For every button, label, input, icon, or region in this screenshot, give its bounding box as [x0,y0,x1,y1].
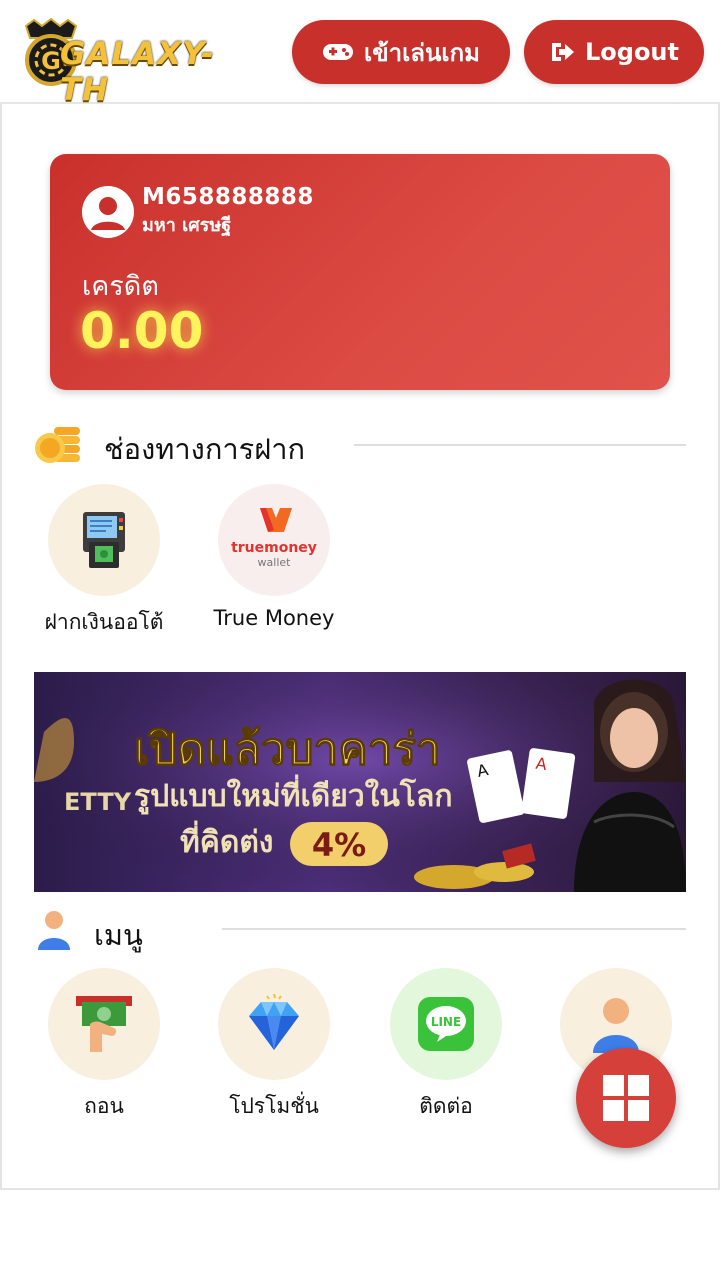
wallet-logo-text: wallet [258,556,292,569]
banner-brand: ETTY [64,788,132,816]
avatar [82,186,134,238]
banner-subline: รูปแบบใหม่ที่เดียวในโลก [134,774,453,815]
banner-artwork: ETTY A A เปิดแล้วบาคาร่า รูปแบบใหม่ที่เด… [34,672,686,892]
logout-button[interactable]: Logout [524,20,704,84]
enter-game-button[interactable]: เข้าเล่นเกม [292,20,510,84]
promo-banner[interactable]: ETTY A A เปิดแล้วบาคาร่า รูปแบบใหม่ที่เด… [34,672,686,892]
contact-label: ติดต่อ [419,1094,473,1118]
sign-out-icon [551,43,574,61]
truemoney-label: True Money [213,606,335,630]
banner-rebate-value: 4% [312,826,366,864]
diamond-icon [249,994,299,1050]
grid-icon [603,1075,649,1121]
truemoney-button[interactable]: truemoney wallet [218,484,330,596]
banner-headline: เปิดแล้วบาคาร่า [134,724,441,775]
promotion-button[interactable] [218,968,330,1080]
svg-text:G: G [41,47,61,75]
credit-label: เครดิต [82,271,159,302]
deposit-divider [354,444,686,446]
menu-user-icon [38,911,70,950]
account-name: มหา เศรษฐี [142,215,232,236]
gamepad-icon [323,44,354,60]
menu-title-text: เมนู [94,918,143,952]
truemoney-wallet-icon: truemoney wallet [231,508,317,569]
menu-divider [222,928,686,930]
banner-rebate-prefix: ที่คิดต่ง [180,820,273,860]
line-icon: LINE [418,997,474,1051]
deposit-title-text: ช่องทางการฝาก [104,432,306,466]
menu-section-title: เมนู [94,912,143,958]
withdraw-button[interactable] [48,968,160,1080]
deposit-section-title: ช่องทางการฝาก [104,426,305,472]
coins-icon [35,427,80,463]
line-logo-text: LINE [431,1015,461,1029]
account-card: M658888888 มหา เศรษฐี เครดิต 0.00 [50,154,670,390]
logout-label: Logout [584,38,679,66]
account-id: M658888888 [142,184,314,210]
credit-value: 0.00 [80,302,204,360]
galaxy-logo[interactable]: G GALAXY-TH [20,18,230,108]
atm-icon [83,512,125,568]
withdraw-cash-icon [76,996,132,1052]
truemoney-logo-text: truemoney [231,540,317,556]
top-header: G GALAXY-TH เข้าเล่นเกม Logout [0,0,720,108]
grid-menu-fab[interactable] [576,1048,676,1148]
user-avatar-icon [84,188,132,236]
deposit-auto-label: ฝากเงินออโต้ [44,610,164,634]
withdraw-label: ถอน [84,1094,124,1118]
contact-button[interactable]: LINE [390,968,502,1080]
promotion-label: โปรโมชั่น [229,1094,319,1118]
enter-game-label: เข้าเล่นเกม [364,38,480,67]
deposit-auto-button[interactable] [48,484,160,596]
user-icon [593,998,639,1053]
logo-text: GALAXY-TH [60,36,215,108]
